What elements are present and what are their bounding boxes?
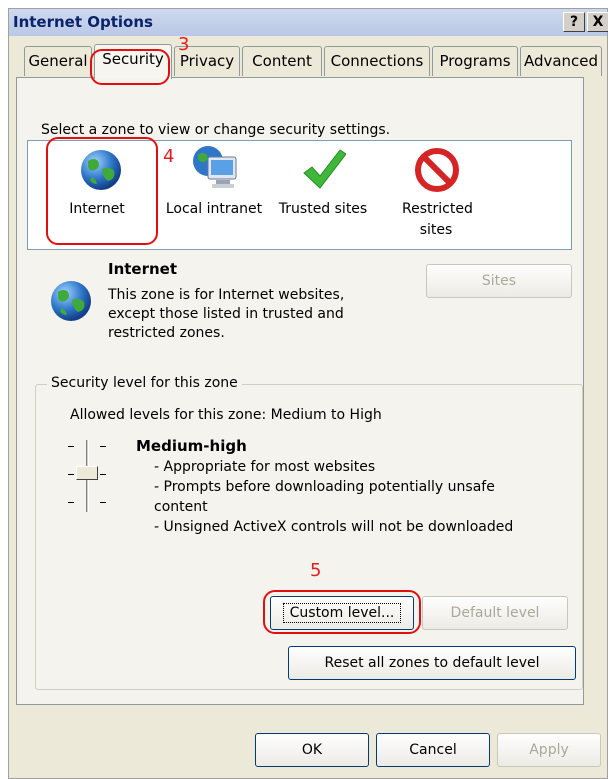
tab-security[interactable]: Security <box>94 44 172 79</box>
tab-advanced[interactable]: Advanced <box>520 46 602 76</box>
ok-button[interactable]: OK <box>255 733 369 767</box>
apply-button[interactable]: Apply <box>497 733 601 767</box>
restricted-icon <box>415 148 459 192</box>
zone-label-local-intranet: Local intranet <box>165 201 263 217</box>
security-level-group <box>35 384 583 690</box>
zone-info-desc-line2: except those listed in trusted and <box>108 306 344 322</box>
level-bullet-3: - Unsigned ActiveX controls will not be … <box>154 519 514 535</box>
zone-label-trusted-sites: Trusted sites <box>278 201 368 217</box>
tab-content[interactable]: Content <box>242 46 322 76</box>
default-level-button[interactable]: Default level <box>422 596 568 630</box>
tab-connections[interactable]: Connections <box>324 46 430 76</box>
tab-programs[interactable]: Programs <box>432 46 518 76</box>
zone-trusted-sites[interactable]: Trusted sites <box>270 141 376 249</box>
zone-internet[interactable]: Internet <box>36 141 158 249</box>
tab-general[interactable]: General <box>24 46 92 76</box>
zone-label-restricted-sites: Restricted sites <box>402 201 473 238</box>
tab-strip: General Security Privacy Content Connect… <box>16 44 608 79</box>
sites-button[interactable]: Sites <box>426 264 572 298</box>
security-level-name: Medium-high <box>136 437 247 455</box>
zone-info-desc-line1: This zone is for Internet websites, <box>108 287 345 303</box>
title-bar[interactable]: Internet Options ? X <box>9 9 608 36</box>
level-bullet-2-cont: content <box>154 499 208 515</box>
allowed-levels-text: Allowed levels for this zone: Medium to … <box>70 407 382 423</box>
zone-restricted-sites[interactable]: Restricted sites <box>376 141 496 249</box>
zone-list: Internet Local intranet Trusted sites Re… <box>27 140 572 250</box>
zone-label-internet: Internet <box>69 201 125 217</box>
level-bullet-2: - Prompts before downloading potentially… <box>154 479 495 495</box>
close-button[interactable]: X <box>587 12 608 32</box>
custom-level-label: Custom level... <box>282 603 402 623</box>
annotation-number-3: 3 <box>178 34 190 55</box>
slider-thumb[interactable] <box>76 466 98 480</box>
zone-info-desc-line3: restricted zones. <box>108 325 225 341</box>
custom-level-button[interactable]: Custom level... <box>270 596 414 630</box>
checkmark-icon <box>303 149 346 189</box>
security-level-title: Security level for this zone <box>47 375 242 391</box>
help-button[interactable]: ? <box>563 12 585 32</box>
globe-icon <box>81 150 121 190</box>
annotation-number-4: 4 <box>163 146 175 167</box>
zone-info-title: Internet <box>108 260 178 278</box>
annotation-number-5: 5 <box>310 560 322 581</box>
zone-prompt: Select a zone to view or change security… <box>41 122 391 138</box>
intranet-icon <box>193 146 237 188</box>
zone-local-intranet[interactable]: Local intranet <box>158 141 270 249</box>
globe-icon <box>51 281 91 321</box>
security-level-slider[interactable] <box>64 438 114 514</box>
cancel-button[interactable]: Cancel <box>376 733 490 767</box>
reset-all-zones-button[interactable]: Reset all zones to default level <box>288 646 576 680</box>
window-title: Internet Options <box>13 13 153 31</box>
level-bullet-1: - Appropriate for most websites <box>154 459 376 475</box>
